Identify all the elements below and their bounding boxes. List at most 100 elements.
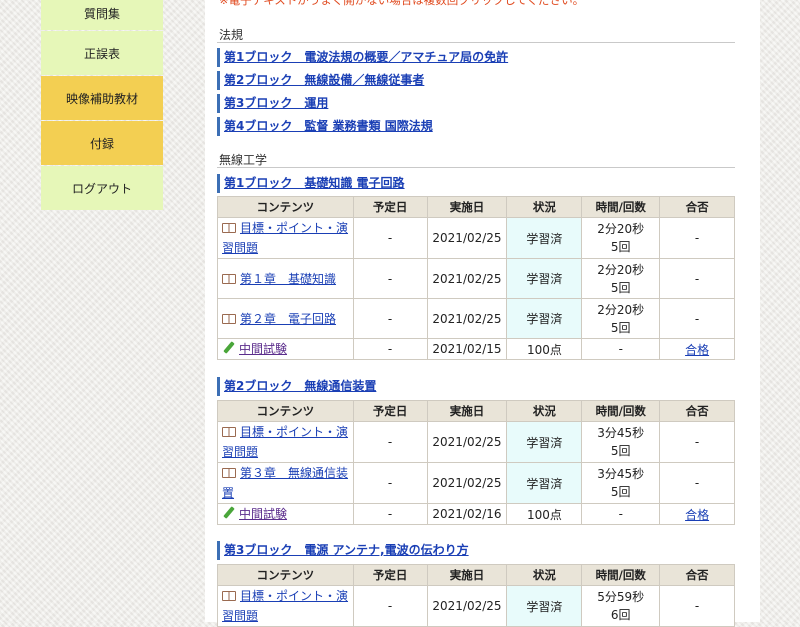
result-link[interactable]: 合格 <box>685 343 709 357</box>
time-value: 2分20秒 <box>597 302 645 317</box>
sidebar-item-faq[interactable]: 質問集 <box>41 0 163 30</box>
hoki-block-4: 第4ブロック 監督 業務書類 国際法規 <box>217 117 735 136</box>
content-link[interactable]: 目標・ポイント・演習問題 <box>222 589 348 623</box>
cell-time: - <box>581 338 661 360</box>
cell-scheduled: - <box>352 298 428 339</box>
hoki-link-2[interactable]: 第2ブロック 無線設備／無線従事者 <box>224 73 424 87</box>
musen-block-3-link[interactable]: 第3ブロック 電源 アンテナ,電波の伝わり方 <box>224 543 469 557</box>
content-link[interactable]: 第３章 無線通信装置 <box>222 466 348 500</box>
table-row: 第３章 無線通信装置 - 2021/02/25 学習済 3分45秒 5回 - <box>217 462 735 504</box>
exam-link[interactable]: 中間試験 <box>239 342 287 356</box>
table-row: 中間試験 - 2021/02/15 100点 - 合格 <box>217 338 735 360</box>
col-header-done: 実施日 <box>426 196 508 218</box>
cell-contents: 第２章 電子回路 <box>217 298 354 339</box>
cell-done: 2021/02/25 <box>426 585 508 627</box>
musen-block-1-link[interactable]: 第1ブロック 基礎知識 電子回路 <box>224 176 405 190</box>
divider <box>217 167 735 168</box>
time-value: 3分45秒 <box>597 467 645 481</box>
cell-result: 合格 <box>659 338 735 360</box>
cell-scheduled: - <box>352 258 428 299</box>
hoki-link-4[interactable]: 第4ブロック 監督 業務書類 国際法規 <box>224 119 433 133</box>
cell-status: 学習済 <box>506 258 583 299</box>
cell-status: 学習済 <box>506 217 583 259</box>
section-title-musen: 無線工学 <box>219 153 268 167</box>
cell-result: - <box>659 421 735 463</box>
hoki-block-3: 第3ブロック 運用 <box>217 94 735 113</box>
col-header-time: 時間/回数 <box>581 564 661 586</box>
hoki-link-1[interactable]: 第1ブロック 電波法規の概要／アマチュア局の免許 <box>224 50 508 64</box>
content-link[interactable]: 第１章 基礎知識 <box>240 272 336 286</box>
col-header-result: 合否 <box>659 400 735 422</box>
cell-time: 2分20秒 5回 <box>581 258 661 299</box>
result-link[interactable]: 合格 <box>685 508 709 522</box>
cell-time: 2分20秒 5回 <box>581 217 661 259</box>
col-header-scheduled: 予定日 <box>352 400 428 422</box>
sidebar: 質問集 正誤表 映像補助教材 付録 ログアウト <box>41 0 163 211</box>
cell-time: 2分20秒 5回 <box>581 298 661 339</box>
cell-result: - <box>659 462 735 504</box>
musen-block-3-table: コンテンツ 予定日 実施日 状況 時間/回数 合否 目標・ポイント・演習問題 -… <box>217 564 735 627</box>
time-value: 5分59秒 <box>597 590 645 604</box>
cell-contents: 目標・ポイント・演習問題 <box>217 217 354 259</box>
cell-contents: 目標・ポイント・演習問題 <box>217 585 354 627</box>
book-icon <box>222 273 236 284</box>
table-header-row: コンテンツ 予定日 実施日 状況 時間/回数 合否 <box>217 564 735 586</box>
hoki-block-1: 第1ブロック 電波法規の概要／アマチュア局の免許 <box>217 48 735 67</box>
sidebar-item-logout[interactable]: ログアウト <box>41 166 163 210</box>
count-value: 5回 <box>610 444 631 458</box>
musen-block-1-header: 第1ブロック 基礎知識 電子回路 <box>217 174 735 193</box>
cell-contents: 中間試験 <box>217 503 354 525</box>
content-link[interactable]: 目標・ポイント・演習問題 <box>222 221 348 255</box>
notice-text: ※電子テキストがうまく開かない場合は複数回クリックしてください。 <box>219 0 585 7</box>
col-header-result: 合否 <box>659 196 735 218</box>
cell-result: 合格 <box>659 503 735 525</box>
sidebar-item-errata[interactable]: 正誤表 <box>41 31 163 75</box>
musen-block-2-link[interactable]: 第2ブロック 無線通信装置 <box>224 379 376 393</box>
col-header-done: 実施日 <box>426 564 508 586</box>
cell-scheduled: - <box>352 462 428 504</box>
cell-contents: 中間試験 <box>217 338 354 360</box>
count-value: 5回 <box>610 240 631 254</box>
cell-score: 100点 <box>506 338 583 360</box>
sidebar-item-label: 正誤表 <box>83 46 120 61</box>
col-header-done: 実施日 <box>426 400 508 422</box>
sidebar-item-label: ログアウト <box>71 181 132 196</box>
pencil-icon <box>222 507 234 519</box>
cell-result: - <box>659 217 735 259</box>
table-row: 第１章 基礎知識 - 2021/02/25 学習済 2分20秒 5回 - <box>217 258 735 299</box>
cell-done: 2021/02/16 <box>426 503 508 525</box>
table-row: 目標・ポイント・演習問題 - 2021/02/25 学習済 5分59秒 6回 - <box>217 585 735 627</box>
cell-scheduled: - <box>352 217 428 259</box>
col-header-time: 時間/回数 <box>581 400 661 422</box>
cell-done: 2021/02/15 <box>426 338 508 360</box>
sidebar-item-appendix[interactable]: 付録 <box>41 121 163 165</box>
cell-done: 2021/02/25 <box>426 298 508 339</box>
book-icon <box>222 223 236 233</box>
hoki-link-3[interactable]: 第3ブロック 運用 <box>224 96 328 110</box>
cell-scheduled: - <box>352 338 428 360</box>
content-link[interactable]: 目標・ポイント・演習問題 <box>222 425 348 459</box>
cell-score: 100点 <box>506 503 583 525</box>
col-header-status: 状況 <box>506 564 583 586</box>
col-header-result: 合否 <box>659 564 735 586</box>
sidebar-item-label: 質問集 <box>83 7 120 21</box>
col-header-contents: コンテンツ <box>217 196 354 218</box>
book-icon <box>222 591 236 601</box>
col-header-status: 状況 <box>506 196 583 218</box>
musen-block-2-table: コンテンツ 予定日 実施日 状況 時間/回数 合否 目標・ポイント・演習問題 -… <box>217 400 735 525</box>
cell-done: 2021/02/25 <box>426 217 508 259</box>
musen-block-3-header: 第3ブロック 電源 アンテナ,電波の伝わり方 <box>217 541 735 560</box>
table-header-row: コンテンツ 予定日 実施日 状況 時間/回数 合否 <box>217 400 735 422</box>
cell-time: 3分45秒 5回 <box>581 462 661 504</box>
pencil-icon <box>222 342 234 354</box>
content-link[interactable]: 第２章 電子回路 <box>240 312 336 326</box>
table-row: 中間試験 - 2021/02/16 100点 - 合格 <box>217 503 735 525</box>
cell-time: - <box>581 503 661 525</box>
cell-scheduled: - <box>352 421 428 463</box>
exam-link[interactable]: 中間試験 <box>239 507 287 521</box>
sidebar-item-video[interactable]: 映像補助教材 <box>41 76 163 120</box>
col-header-scheduled: 予定日 <box>352 564 428 586</box>
cell-status: 学習済 <box>506 421 583 463</box>
musen-block-2-header: 第2ブロック 無線通信装置 <box>217 377 735 396</box>
cell-contents: 第１章 基礎知識 <box>217 258 354 299</box>
